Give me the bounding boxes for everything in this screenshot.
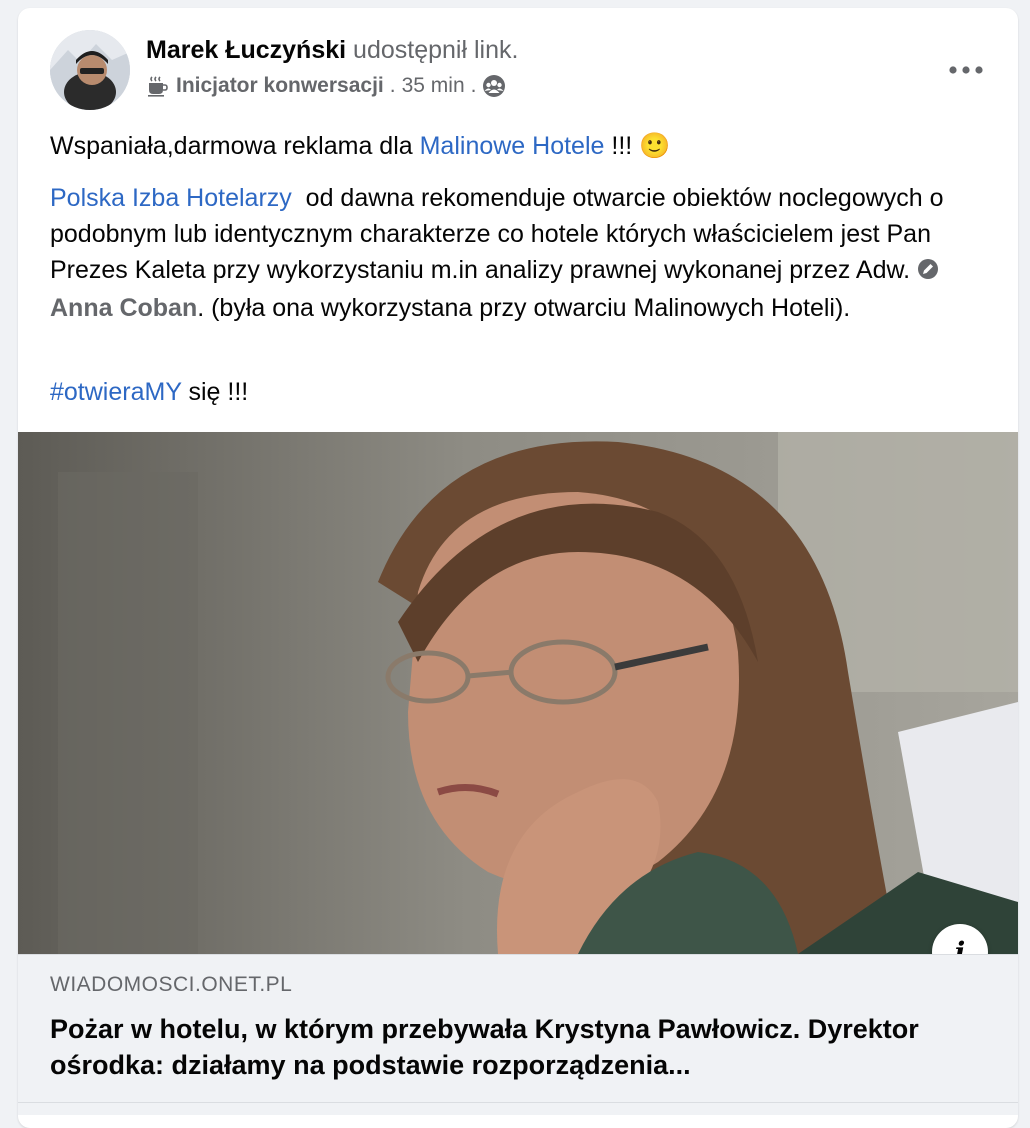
hashtag-suffix: się !!! [181,378,249,406]
post-meta: Inicjator konwersacji . 35 min . [146,74,506,98]
page-link-malinowe-hotele[interactable]: Malinowe Hotele [420,132,605,160]
paragraph-text-b: . (była ona wykorzystana przy otwarciu M… [197,294,851,322]
pencil-icon [917,254,939,290]
mention-anna-coban[interactable]: Anna Coban [50,294,197,322]
author-action: udostępnił link. [353,36,519,64]
author-line: Marek Łuczyński udostępnił link. [146,36,518,65]
coffee-cup-icon [146,75,168,97]
post-text-hashtag-line: #otwieraMY się !!! [50,374,986,410]
link-preview[interactable]: WIADOMOSCI.ONET.PL Pożar w hotelu, w któ… [18,954,1018,1115]
avatar[interactable] [50,30,130,110]
post-header: Marek Łuczyński udostępnił link. Inicjat… [18,8,1018,118]
post-text-line1: Wspaniała,darmowa reklama dla Malinowe H… [50,128,986,164]
meta-separator: . [389,74,396,97]
hashtag-otwierамy[interactable]: #otwieraMY [50,378,182,406]
post-text-paragraph: Polska Izba Hotelarzy od dawna rekomendu… [50,180,986,326]
link-headline[interactable]: Pożar w hotelu, w którym przebywała Krys… [50,1011,990,1083]
page-link-polska-izba-hotelarzy[interactable]: Polska Izba Hotelarzy [50,184,292,212]
group-icon[interactable] [482,74,506,98]
ellipsis-icon [949,66,983,74]
divider [18,1102,1018,1103]
post-time[interactable]: 35 min [402,74,465,98]
link-preview-image[interactable] [18,432,1018,954]
meta-separator-2: . [470,74,477,97]
badge-label[interactable]: Inicjator konwersacji [176,74,384,98]
post-card: Marek Łuczyński udostępnił link. Inicjat… [18,8,1018,1128]
smile-emoji-icon: 🙂 [639,131,671,160]
link-domain: WIADOMOSCI.ONET.PL [50,973,293,996]
author-name[interactable]: Marek Łuczyński [146,36,346,64]
text-prefix: Wspaniała,darmowa reklama dla [50,132,420,160]
more-options-button[interactable] [946,50,986,90]
text-suffix: !!! [604,132,640,160]
